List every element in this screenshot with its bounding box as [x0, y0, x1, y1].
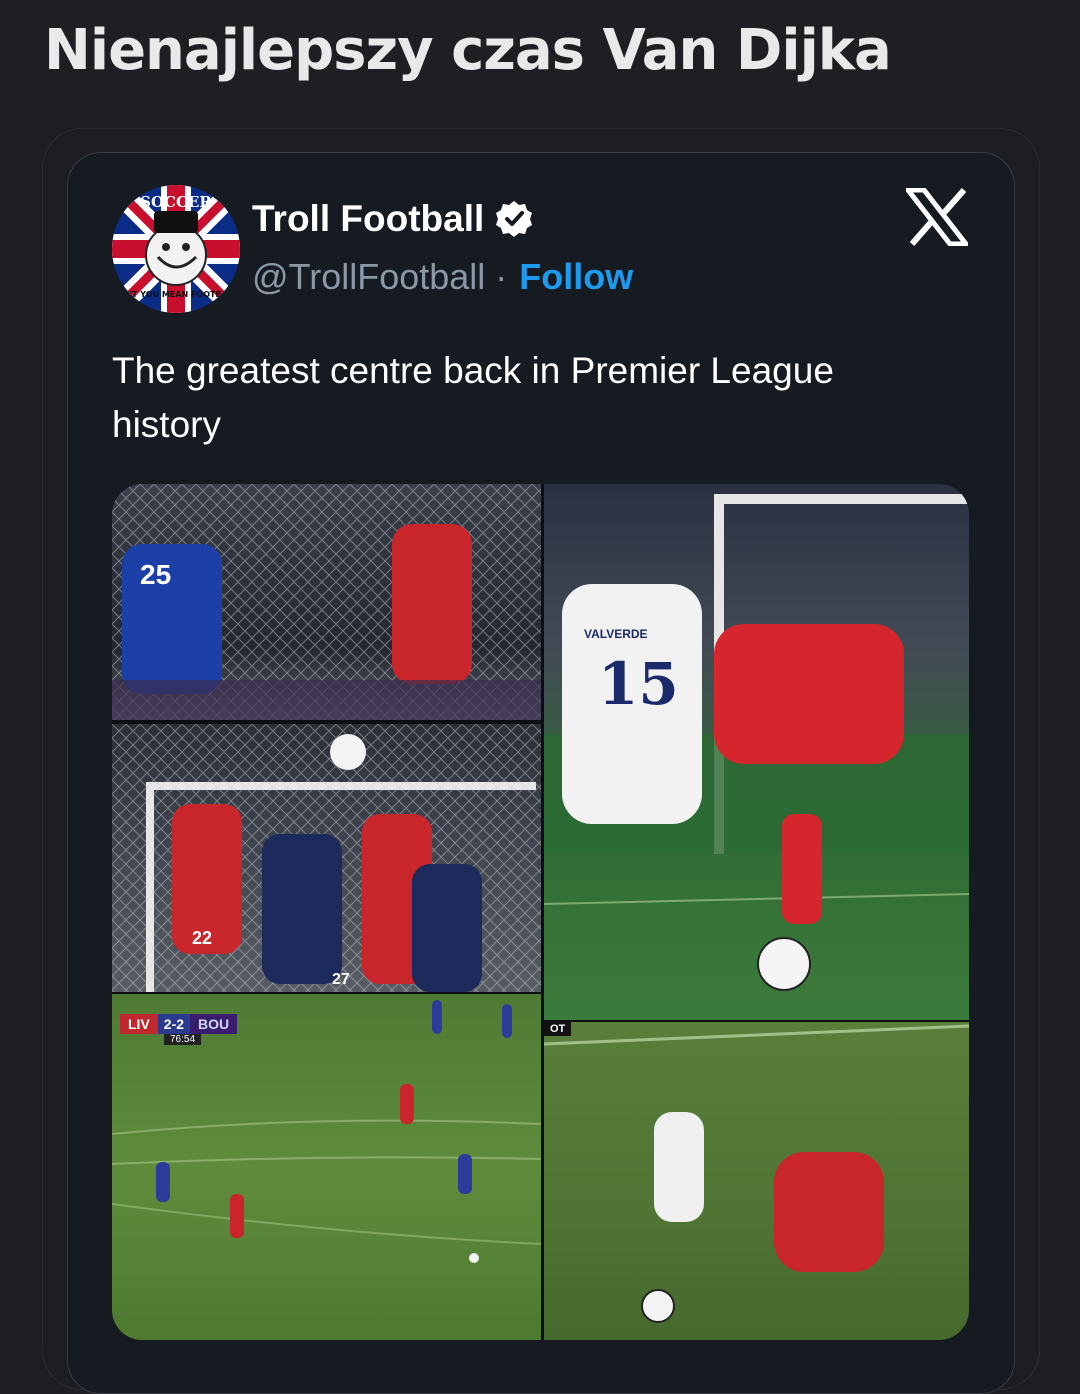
- scoreboard-clock: 76:54: [164, 1034, 202, 1045]
- author-handle-row: @TrollFootball · Follow: [252, 256, 633, 298]
- scoreboard: LIV 2-2 BOU: [120, 1014, 238, 1034]
- verified-badge-icon: [496, 201, 533, 237]
- separator: ·: [495, 256, 508, 297]
- photo-tile-5: OT: [544, 1022, 969, 1340]
- tweet-media[interactable]: 25 22 27 LIV 2-2 BOU 76:54 15 VALVERDE O…: [112, 484, 969, 1340]
- follow-button[interactable]: Follow: [519, 256, 633, 298]
- avatar-text-top: SOCCER: [140, 193, 212, 211]
- author-name[interactable]: Troll Football: [252, 198, 484, 240]
- ot-badge: OT: [544, 1022, 572, 1036]
- avatar-image: SOCCER DON'T YOU MEAN FOOTBALL?: [112, 185, 240, 313]
- shirt-number-25: 25: [140, 559, 171, 590]
- photo-3: [112, 1000, 541, 1263]
- page-title: Nienajlepszy czas Van Dijka: [44, 18, 892, 83]
- author-avatar[interactable]: SOCCER DON'T YOU MEAN FOOTBALL?: [112, 185, 240, 313]
- photo-4: 15 VALVERDE: [544, 494, 969, 991]
- shirt-number-27: 27: [332, 971, 350, 988]
- author-name-row: Troll Football: [252, 198, 534, 240]
- author-handle[interactable]: @TrollFootball: [252, 256, 485, 298]
- shirt-number-15: 15: [598, 650, 679, 718]
- x-logo-icon[interactable]: [906, 188, 968, 246]
- tweet-text: The greatest centre back in Premier Leag…: [112, 350, 834, 445]
- photo-5: [544, 1024, 969, 1323]
- photo-2: 22 27: [112, 724, 541, 992]
- photo-tile-1: 25: [112, 484, 541, 720]
- photo-tile-3: LIV 2-2 BOU 76:54: [112, 994, 541, 1340]
- scoreboard-away: BOU: [190, 1014, 238, 1034]
- photo-tile-2: 22 27: [112, 724, 541, 992]
- shirt-name: VALVERDE: [584, 627, 648, 641]
- scoreboard-score: 2-2: [157, 1014, 191, 1034]
- shirt-number-22: 22: [192, 928, 212, 948]
- scoreboard-home: LIV: [120, 1014, 158, 1034]
- photo-1: 25: [112, 484, 541, 720]
- photo-tile-4: 15 VALVERDE: [544, 484, 969, 1020]
